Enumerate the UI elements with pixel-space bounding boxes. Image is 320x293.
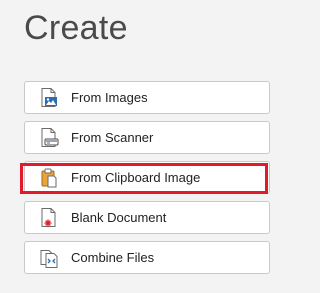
from-scanner-button[interactable]: From Scanner [24,121,270,154]
create-panel: Create From Images From Scanner From Cli… [0,0,291,293]
scanner-file-icon [38,127,60,149]
from-clipboard-image-button[interactable]: From Clipboard Image [24,161,270,194]
from-images-button[interactable]: From Images [24,81,270,114]
from-clipboard-image-label: From Clipboard Image [71,170,201,185]
page-title: Create [24,9,128,47]
blank-document-button[interactable]: Blank Document [24,201,270,234]
combine-files-button[interactable]: Combine Files [24,241,270,274]
from-images-label: From Images [71,90,148,105]
combine-files-label: Combine Files [71,250,155,265]
clipboard-icon [38,167,60,189]
image-file-icon [38,87,60,109]
combine-files-icon [38,247,60,269]
blank-document-icon [38,207,60,229]
blank-document-label: Blank Document [71,210,167,225]
from-scanner-label: From Scanner [71,130,154,145]
